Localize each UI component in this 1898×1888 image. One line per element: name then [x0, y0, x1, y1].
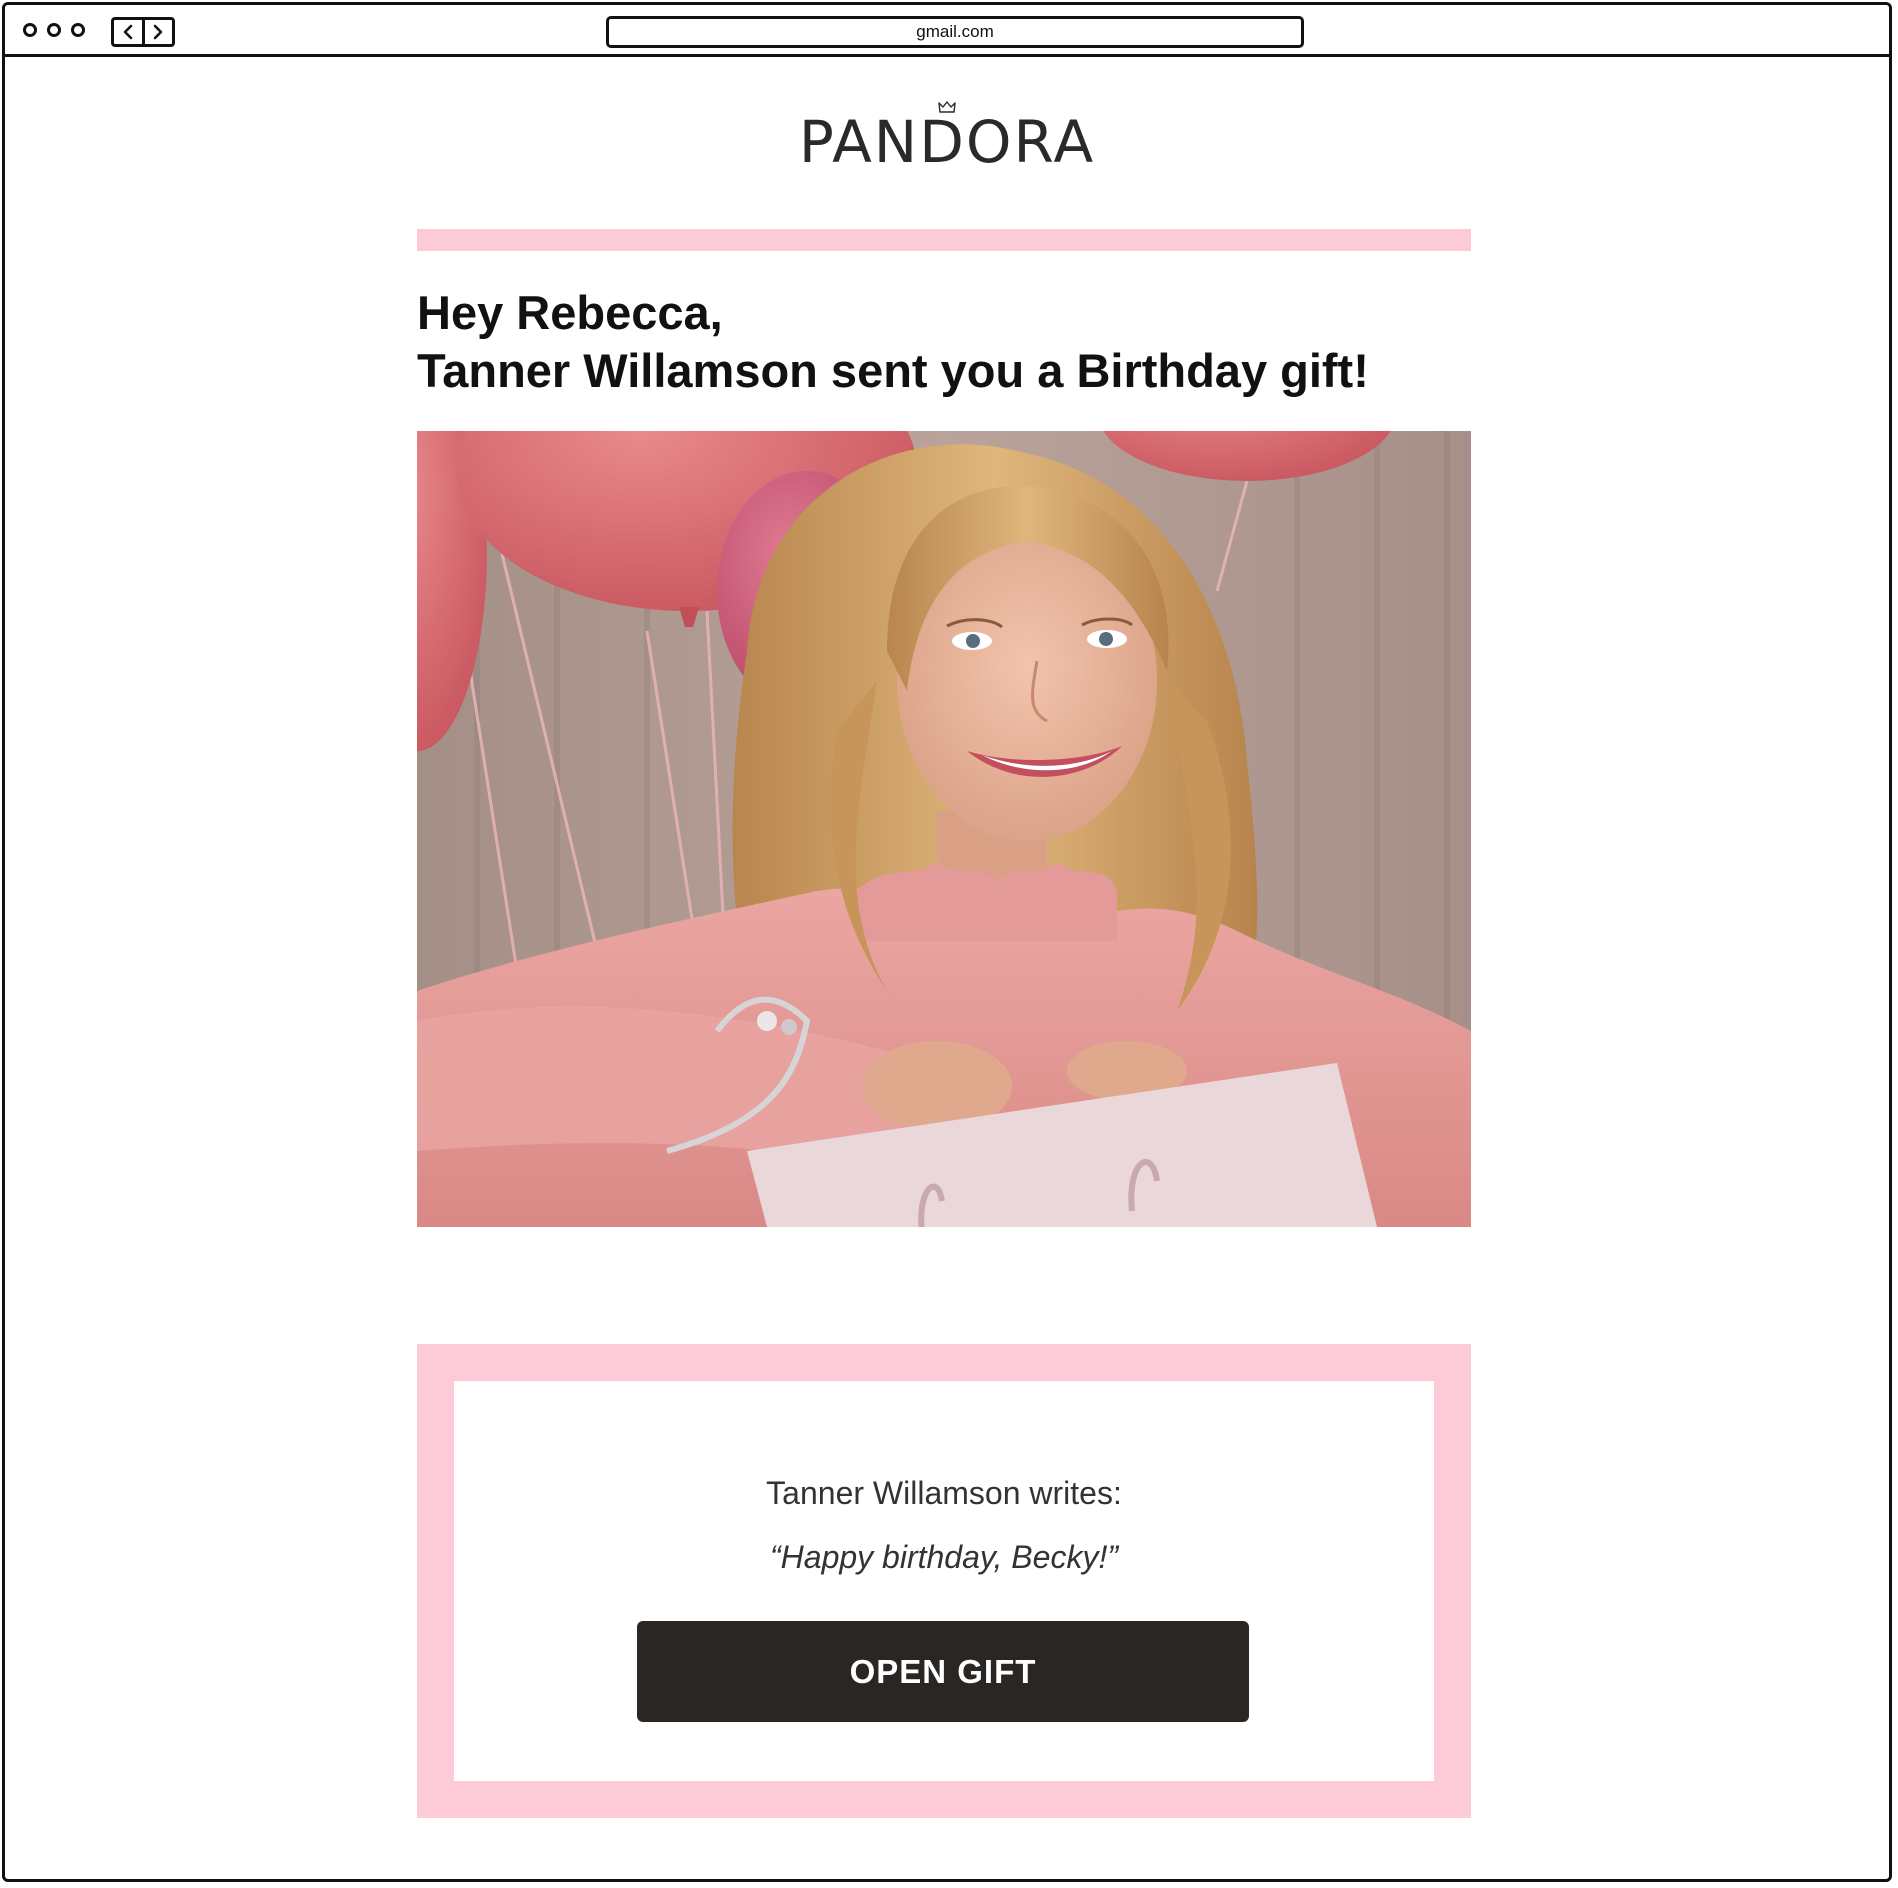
- gift-message-card: Tanner Willamson writes: “Happy birthday…: [417, 1344, 1471, 1818]
- brand-logo: PANDORA: [5, 101, 1889, 171]
- gift-message-content: Tanner Willamson writes: “Happy birthday…: [454, 1381, 1434, 1781]
- window-controls: [23, 23, 85, 37]
- chevron-right-icon: [154, 24, 163, 40]
- header-divider: [417, 229, 1471, 251]
- gift-announcement: Tanner Willamson sent you a Birthday gif…: [417, 344, 1369, 397]
- maximize-window-button[interactable]: [71, 23, 85, 37]
- browser-toolbar: gmail.com: [5, 5, 1889, 57]
- open-gift-label: OPEN GIFT: [849, 1652, 1037, 1690]
- brand-name: PANDORA: [798, 108, 1096, 176]
- hero-image: [417, 431, 1471, 1227]
- greeting-line: Hey Rebecca,: [417, 286, 723, 339]
- back-button[interactable]: [114, 20, 142, 44]
- forward-button[interactable]: [141, 20, 173, 44]
- address-bar[interactable]: gmail.com: [606, 16, 1304, 48]
- email-headline: Hey Rebecca, Tanner Willamson sent you a…: [417, 284, 1471, 400]
- message-text: “Happy birthday, Becky!”: [770, 1539, 1118, 1575]
- chevron-left-icon: [123, 24, 132, 40]
- navigation-buttons: [111, 17, 175, 47]
- crown-icon: [938, 101, 956, 113]
- close-window-button[interactable]: [23, 23, 37, 37]
- address-bar-url: gmail.com: [916, 22, 994, 41]
- browser-window: gmail.com PANDORA Hey Rebecca, Tanner Wi…: [2, 2, 1892, 1882]
- minimize-window-button[interactable]: [47, 23, 61, 37]
- hero-photo: [417, 431, 1471, 1227]
- open-gift-button[interactable]: OPEN GIFT: [637, 1621, 1249, 1722]
- message-author: Tanner Willamson writes:: [766, 1475, 1122, 1511]
